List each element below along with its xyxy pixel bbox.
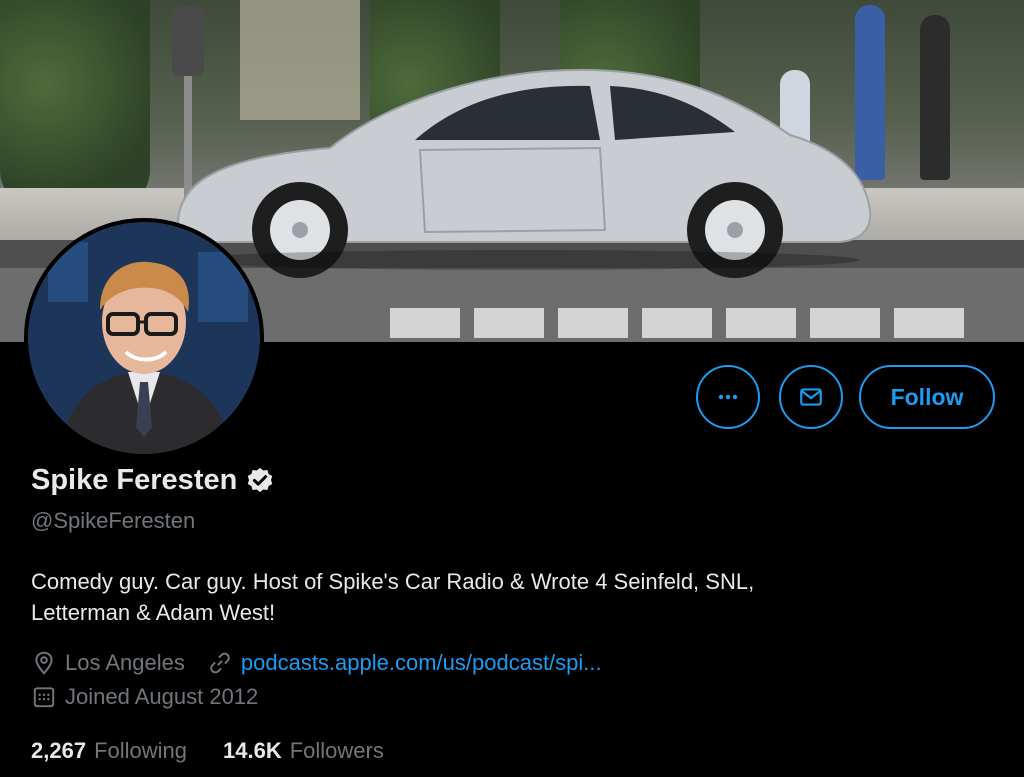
- profile-bio: Comedy guy. Car guy. Host of Spike's Car…: [31, 566, 981, 628]
- following-label: Following: [94, 738, 187, 763]
- followers-label: Followers: [289, 738, 384, 763]
- link-icon: [210, 652, 230, 674]
- envelope-icon: [800, 388, 822, 406]
- following-count: 2,267: [31, 738, 87, 763]
- more-options-button[interactable]: [696, 365, 760, 429]
- banner-crosswalk: [390, 308, 970, 338]
- followers-count: 14.6K: [223, 738, 282, 763]
- location-pin-icon: [35, 651, 53, 675]
- followers-stat[interactable]: 14.6K Followers: [223, 738, 384, 764]
- following-stat[interactable]: 2,267 Following: [31, 738, 187, 764]
- location-item: Los Angeles: [31, 650, 185, 676]
- car-illustration: [177, 68, 872, 278]
- bio-line: Comedy guy. Car guy. Host of Spike's Car…: [31, 569, 755, 594]
- banner-hedge: [0, 0, 150, 210]
- profile-avatar[interactable]: [24, 218, 264, 458]
- website-item: podcasts.apple.com/us/podcast/spi...: [207, 650, 602, 676]
- follow-button[interactable]: Follow: [859, 365, 995, 429]
- display-name: Spike Feresten: [31, 464, 238, 496]
- profile-stats: 2,267 Following 14.6K Followers: [31, 738, 420, 764]
- verified-badge-icon[interactable]: [245, 466, 275, 496]
- person-portrait: [28, 222, 260, 454]
- bio-line: Letterman & Adam West!: [31, 600, 276, 625]
- avatar-photo: [28, 222, 260, 454]
- profile-name-row: Spike Feresten: [31, 464, 275, 497]
- more-icon: [718, 394, 738, 400]
- website-link[interactable]: podcasts.apple.com/us/podcast/spi...: [241, 650, 602, 676]
- profile-meta-row: Joined August 2012: [31, 684, 280, 710]
- joined-text: Joined August 2012: [65, 684, 259, 709]
- location-text: Los Angeles: [65, 650, 185, 675]
- profile-meta-row: Los Angeles podcasts.apple.com/us/podcas…: [31, 650, 624, 676]
- message-button[interactable]: [779, 365, 843, 429]
- profile-handle: @SpikeFeresten: [31, 508, 196, 533]
- joined-item: Joined August 2012: [31, 684, 258, 710]
- calendar-icon: [33, 687, 55, 708]
